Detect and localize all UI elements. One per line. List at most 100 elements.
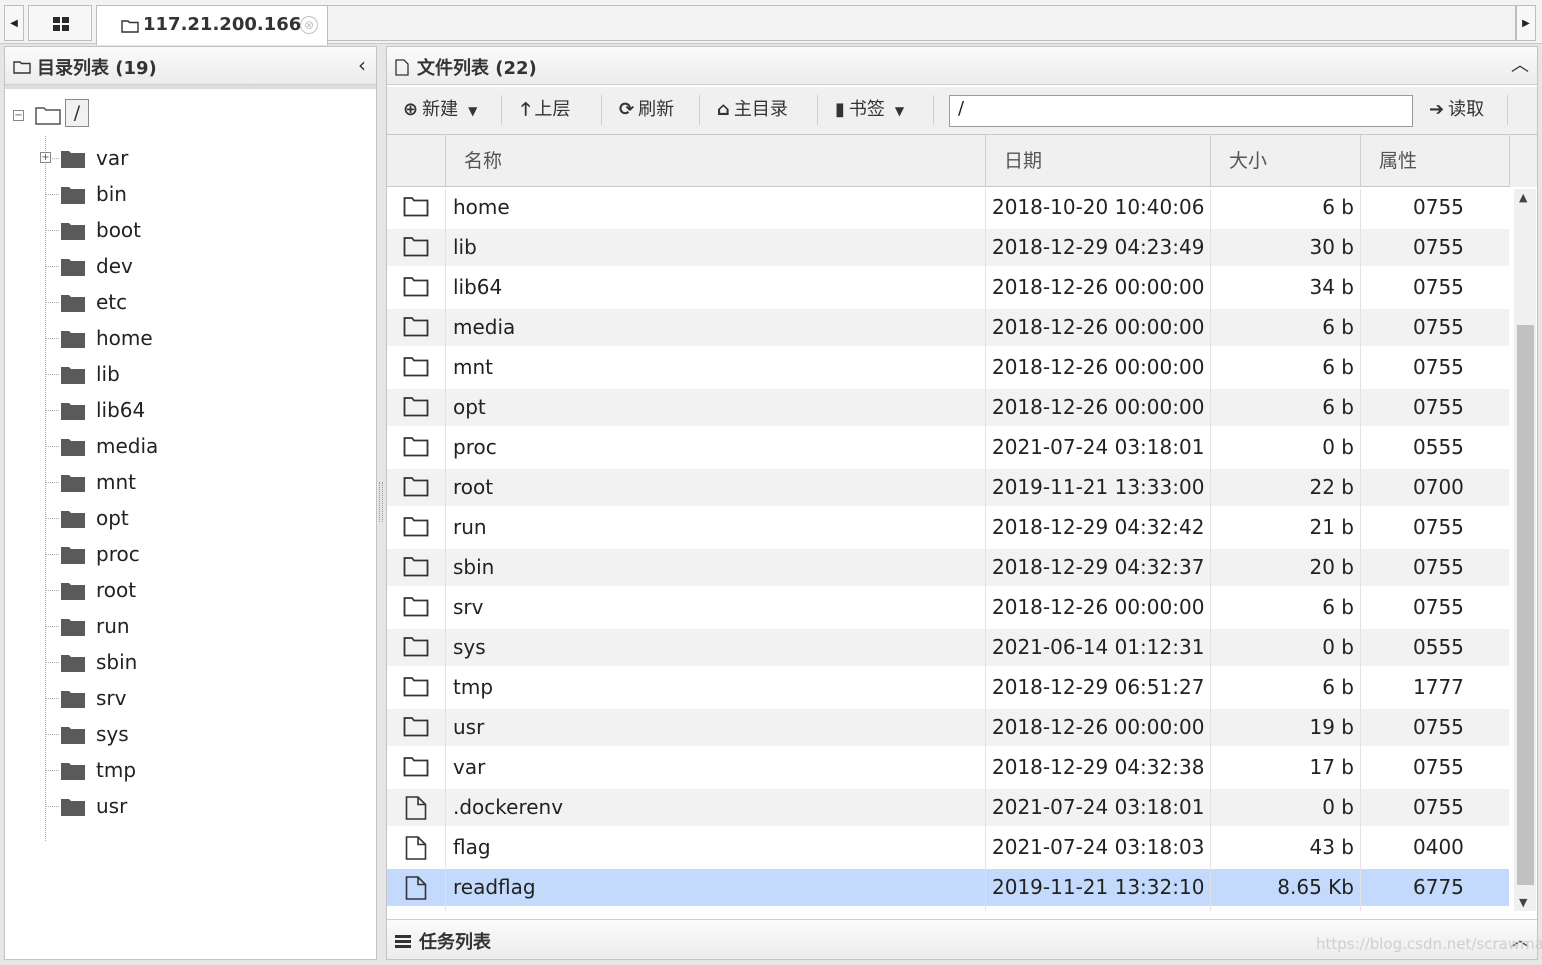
close-icon[interactable]: ⊗ [300, 16, 318, 34]
folder-icon [403, 516, 429, 542]
tree-item-lib[interactable]: lib [45, 359, 365, 389]
file-row-opt[interactable]: opt 2018-12-26 00:00:00 6 b 0755 [387, 389, 1509, 426]
scroll-up-icon[interactable]: ▲ [1519, 191, 1527, 204]
tree-item-bin[interactable]: bin [45, 179, 365, 209]
file-row-usr[interactable]: usr 2018-12-26 00:00:00 19 b 0755 [387, 709, 1509, 746]
vertical-scrollbar[interactable]: ▲ ▼ [1514, 189, 1536, 911]
tree-item-dev[interactable]: dev [45, 251, 365, 281]
scrollbar-thumb[interactable] [1517, 325, 1534, 885]
home-label: 主目录 [733, 99, 788, 120]
tree-expand-icon[interactable]: + [40, 152, 51, 163]
tree-item-root[interactable]: root [45, 575, 365, 605]
tree-root-label[interactable]: / [65, 99, 89, 127]
new-label: 新建 [422, 99, 459, 120]
tree-item-etc[interactable]: etc [45, 287, 365, 317]
file-toolbar: ⊕ 新建 ▼ 🡑 上层 ⟳ 刷新 ⌂ 主目录 ▮ 书签 ▼ / ➔ 读取 [387, 87, 1537, 135]
file-row-flag[interactable]: flag 2021-07-24 03:18:03 43 b 0400 [387, 829, 1509, 866]
file-row-media[interactable]: media 2018-12-26 00:00:00 6 b 0755 [387, 309, 1509, 346]
folder-icon [61, 185, 85, 204]
file-row-readflag[interactable]: readflag 2019-11-21 13:32:10 8.65 Kb 6775 [387, 869, 1509, 906]
tree-collapse-icon[interactable]: − [13, 110, 24, 121]
column-header-perm[interactable]: 属性 [1360, 135, 1509, 187]
collapse-up-icon[interactable]: ︿ [1511, 51, 1529, 77]
tree-item-sbin[interactable]: sbin [45, 647, 365, 677]
read-button[interactable]: ➔ 读取 [1429, 87, 1484, 133]
column-divider [1210, 189, 1211, 911]
tree-item-label: sys [96, 722, 129, 746]
folder-icon [61, 509, 85, 528]
panel-splitter[interactable] [379, 482, 383, 522]
file-row-run[interactable]: run 2018-12-29 04:32:42 21 b 0755 [387, 509, 1509, 546]
tab-scroll-left-button[interactable]: ◀ [4, 5, 24, 41]
column-header-name[interactable]: 名称 [445, 135, 985, 187]
column-divider [1360, 189, 1361, 911]
tree-item-usr[interactable]: usr [45, 791, 365, 821]
tree-item-var[interactable]: + var [40, 143, 365, 173]
home-grid-tab[interactable] [28, 5, 92, 41]
column-header-date[interactable]: 日期 [985, 135, 1210, 187]
tree-item-run[interactable]: run [45, 611, 365, 641]
collapse-left-icon[interactable]: ‹ [358, 53, 366, 77]
file-row-proc[interactable]: proc 2021-07-24 03:18:01 0 b 0555 [387, 429, 1509, 466]
file-size: 8.65 Kb [1277, 875, 1354, 899]
column-header-size[interactable]: 大小 [1210, 135, 1360, 187]
path-input[interactable]: / [949, 95, 1413, 127]
watermark: https://blog.csdn.net/scrawman [1316, 935, 1542, 953]
new-button[interactable]: ⊕ 新建 ▼ [403, 87, 477, 133]
tree-item-opt[interactable]: opt [45, 503, 365, 533]
file-name: root [453, 475, 494, 499]
tree-item-proc[interactable]: proc [45, 539, 365, 569]
file-row-sys[interactable]: sys 2021-06-14 01:12:31 0 b 0555 [387, 629, 1509, 666]
file-permissions: 0400 [1413, 835, 1464, 859]
file-date: 2018-12-29 04:32:37 [992, 555, 1205, 579]
tab-host[interactable]: 117.21.200.166 ⊗ [96, 5, 328, 45]
folder-icon [61, 761, 85, 780]
tree-guide-line [45, 518, 59, 519]
file-row-mnt[interactable]: mnt 2018-12-26 00:00:00 6 b 0755 [387, 349, 1509, 386]
folder-icon [403, 476, 429, 502]
file-row-srv[interactable]: srv 2018-12-26 00:00:00 6 b 0755 [387, 589, 1509, 626]
refresh-button[interactable]: ⟳ 刷新 [619, 87, 674, 133]
file-row-lib[interactable]: lib 2018-12-29 04:23:49 30 b 0755 [387, 229, 1509, 266]
tree-item-srv[interactable]: srv [45, 683, 365, 713]
tree-item-mnt[interactable]: mnt [45, 467, 365, 497]
tree-item-label: sbin [96, 650, 138, 674]
file-row-home[interactable]: home 2018-10-20 10:40:06 6 b 0755 [387, 189, 1509, 226]
scroll-down-icon[interactable]: ▼ [1519, 896, 1527, 909]
tree-item-label: lib64 [96, 398, 146, 422]
tree-item-home[interactable]: home [45, 323, 365, 353]
up-button[interactable]: 🡑 上层 [521, 87, 570, 133]
file-date: 2018-12-29 04:23:49 [992, 235, 1205, 259]
tree-guide-line [45, 374, 59, 375]
file-permissions: 0755 [1413, 515, 1464, 539]
file-row-dot-dockerenv[interactable]: .dockerenv 2021-07-24 03:18:01 0 b 0755 [387, 789, 1509, 826]
file-size: 6 b [1322, 675, 1354, 699]
file-row-root[interactable]: root 2019-11-21 13:33:00 22 b 0700 [387, 469, 1509, 506]
folder-icon [403, 356, 429, 382]
panel-divider [5, 85, 376, 89]
file-row-var[interactable]: var 2018-12-29 04:32:38 17 b 0755 [387, 749, 1509, 786]
refresh-label: 刷新 [638, 99, 675, 120]
tab-scroll-right-button[interactable]: ▶ [1516, 5, 1536, 41]
home-dir-button[interactable]: ⌂ 主目录 [717, 87, 788, 133]
file-date: 2018-12-29 06:51:27 [992, 675, 1205, 699]
file-name: opt [453, 395, 486, 419]
tree-item-boot[interactable]: boot [45, 215, 365, 245]
tree-item-tmp[interactable]: tmp [45, 755, 365, 785]
tree-item-sys[interactable]: sys [45, 719, 365, 749]
file-row-sbin[interactable]: sbin 2018-12-29 04:32:37 20 b 0755 [387, 549, 1509, 586]
tree-item-lib64[interactable]: lib64 [45, 395, 365, 425]
file-name: tmp [453, 675, 494, 699]
tree-item-label: tmp [96, 758, 137, 782]
folder-icon [61, 653, 85, 672]
bookmark-button[interactable]: ▮ 书签 ▼ [835, 87, 904, 133]
refresh-icon: ⟳ [619, 99, 635, 120]
file-date: 2018-12-26 00:00:00 [992, 315, 1205, 339]
folder-icon [403, 596, 429, 622]
folder-icon [61, 473, 85, 492]
tree-item-media[interactable]: media [45, 431, 365, 461]
tree-guide-line [45, 554, 59, 555]
file-row-tmp[interactable]: tmp 2018-12-29 06:51:27 6 b 1777 [387, 669, 1509, 706]
file-permissions: 0755 [1413, 275, 1464, 299]
file-row-lib64[interactable]: lib64 2018-12-26 00:00:00 34 b 0755 [387, 269, 1509, 306]
